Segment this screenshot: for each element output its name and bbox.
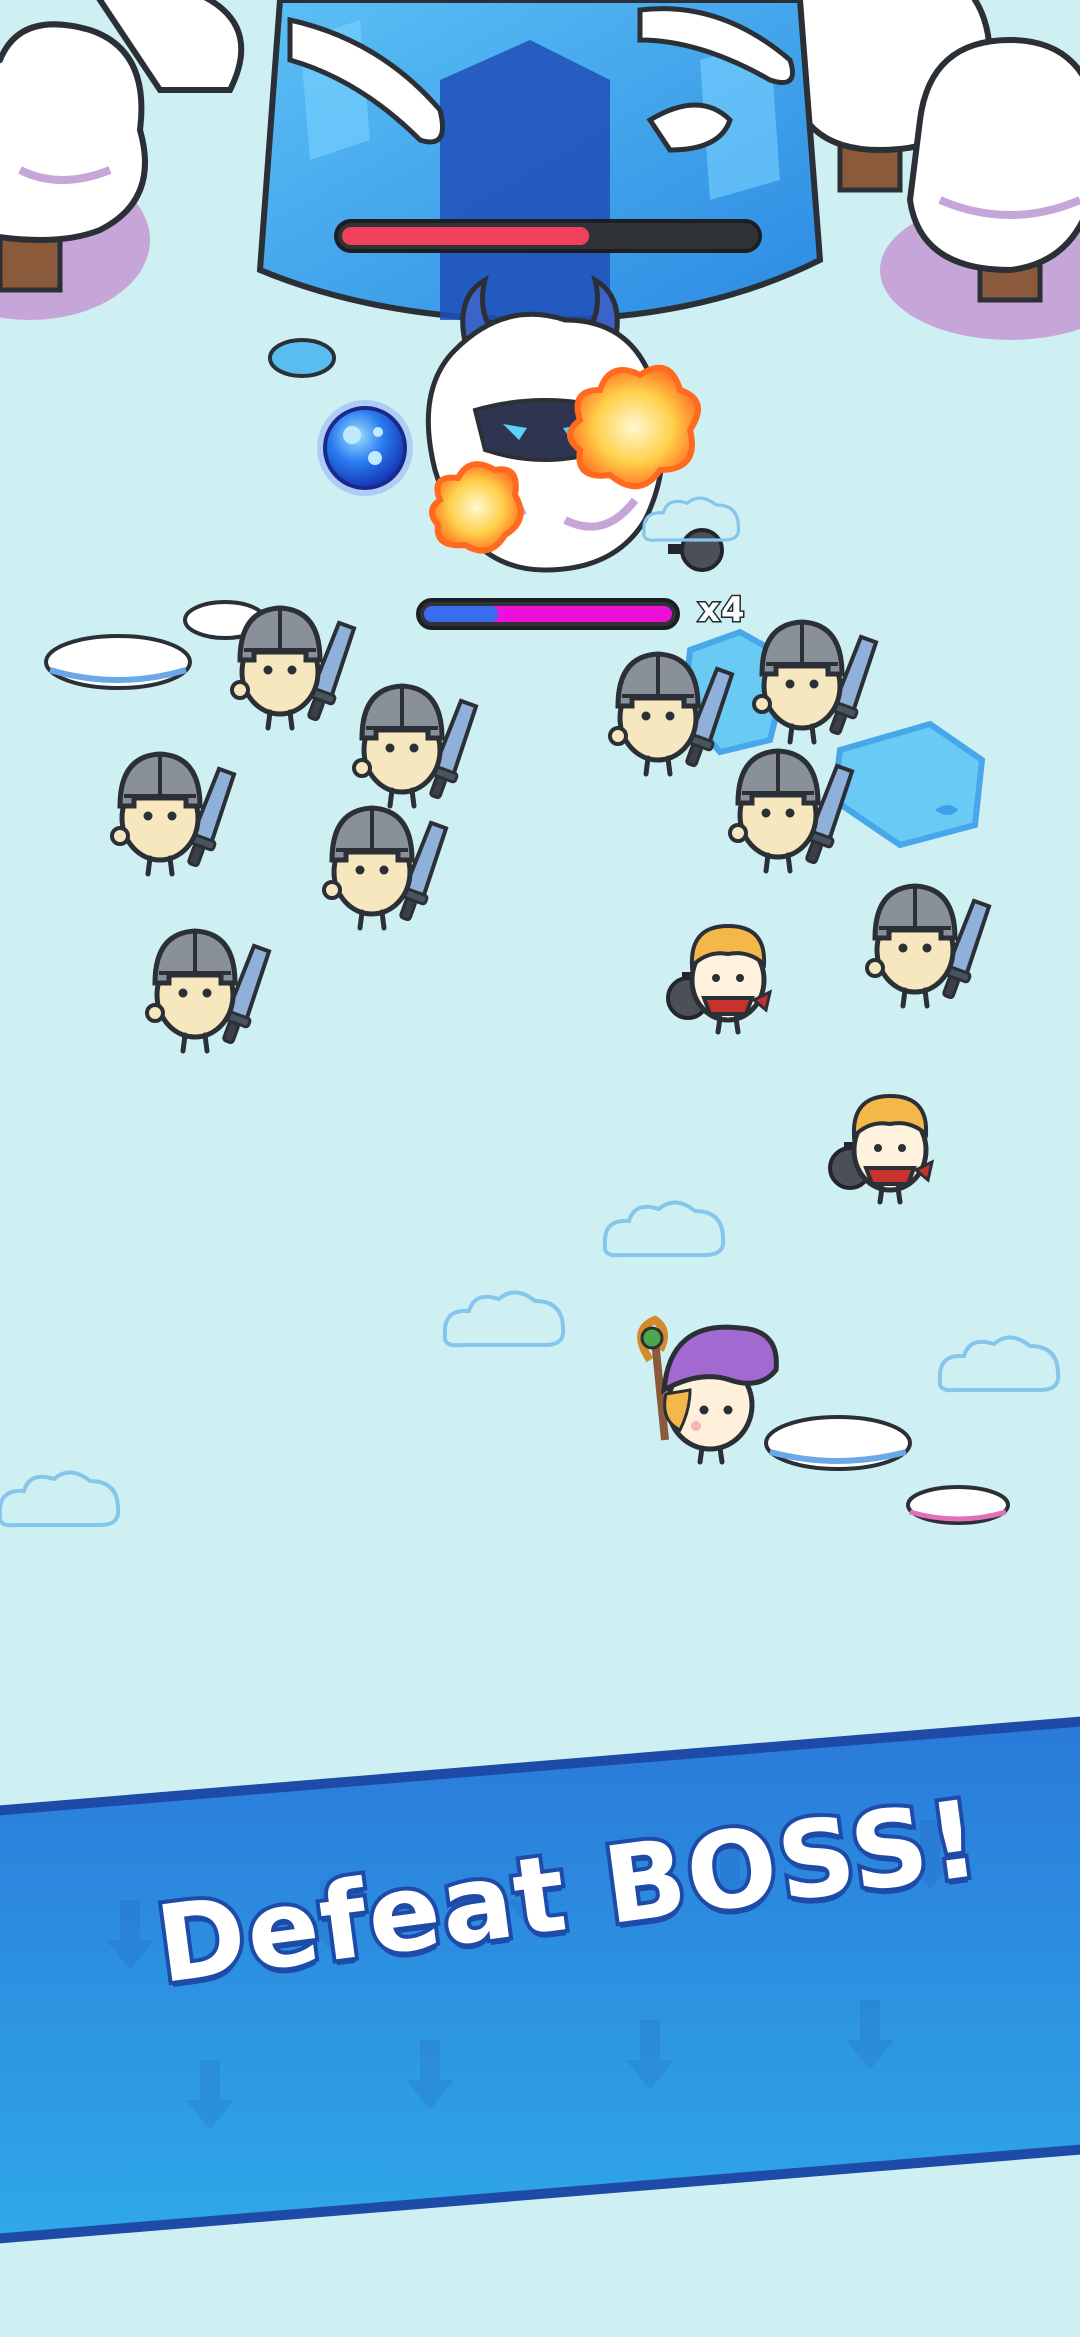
- game-screen[interactable]: x4 Defeat BOSS!: [0, 0, 1080, 2337]
- combo-multiplier: x4: [697, 589, 747, 632]
- game-scene: [0, 0, 1080, 2337]
- ice-castle: [256, 0, 824, 324]
- charge-bar: [416, 598, 680, 630]
- magic-orb-icon: [317, 400, 413, 496]
- boss-health-bar: [334, 219, 762, 253]
